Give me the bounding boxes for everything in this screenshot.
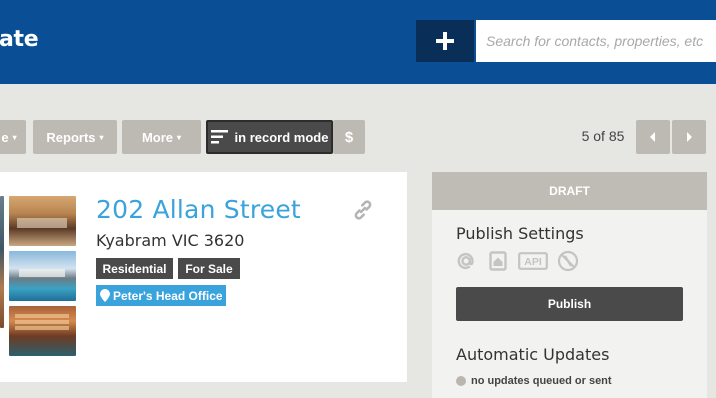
add-button[interactable] bbox=[416, 20, 474, 62]
email-icon[interactable] bbox=[456, 250, 478, 272]
property-address-title: 202 Allan Street bbox=[96, 195, 301, 224]
chevron-down-icon: ▾ bbox=[177, 132, 182, 142]
reports-button[interactable]: Reports ▾ bbox=[33, 120, 117, 154]
more-label: More bbox=[141, 129, 174, 145]
link-icon[interactable] bbox=[351, 198, 375, 222]
app-title: ate bbox=[0, 27, 39, 52]
publish-channel-icons: API bbox=[456, 250, 579, 272]
pager-count: 5 of 85 bbox=[581, 128, 625, 144]
map-pin-icon bbox=[100, 289, 110, 302]
updates-status-text: no updates queued or sent bbox=[471, 375, 612, 387]
property-type-tag: Residential bbox=[96, 258, 173, 279]
property-suburb: Kyabram VIC 3620 bbox=[96, 231, 245, 250]
record-mode-button[interactable]: in record mode bbox=[206, 120, 333, 154]
website-icon[interactable] bbox=[487, 250, 509, 272]
search-input[interactable] bbox=[476, 20, 716, 62]
publish-button[interactable]: Publish bbox=[456, 287, 683, 321]
property-photo-thumbnail[interactable] bbox=[9, 251, 76, 301]
dollar-icon: $ bbox=[344, 128, 354, 146]
plus-icon bbox=[436, 32, 454, 50]
reports-label: Reports bbox=[46, 129, 96, 145]
status-dot-icon bbox=[456, 376, 466, 386]
property-photo-thumbnail[interactable] bbox=[9, 196, 76, 246]
property-photo-thumbnail[interactable] bbox=[9, 306, 76, 356]
previous-record-button[interactable] bbox=[636, 120, 670, 154]
list-icon bbox=[210, 130, 228, 144]
property-card: 202 Allan Street Kyabram VIC 3620 Reside… bbox=[0, 172, 407, 382]
more-button[interactable]: More ▾ bbox=[122, 120, 201, 154]
chevron-down-icon: ▾ bbox=[12, 132, 17, 142]
listing-status-tag: For Sale bbox=[178, 258, 240, 279]
toolbar-button-partial-label: e bbox=[1, 129, 9, 145]
next-record-button[interactable] bbox=[672, 120, 706, 154]
toolbar-button-partial[interactable]: e ▾ bbox=[0, 120, 26, 154]
office-tag-label: Peter's Head Office bbox=[113, 288, 223, 303]
property-photo-main[interactable] bbox=[0, 196, 4, 328]
api-icon[interactable]: API bbox=[518, 250, 548, 272]
publish-settings-heading: Publish Settings bbox=[456, 224, 584, 243]
top-header: ate bbox=[0, 0, 716, 84]
chevron-down-icon: ▾ bbox=[99, 132, 104, 142]
dollar-button[interactable]: $ bbox=[333, 120, 365, 154]
publish-panel: DRAFT Publish Settings API Publish Autom… bbox=[432, 172, 707, 398]
updates-status: no updates queued or sent bbox=[456, 375, 612, 387]
automatic-updates-heading: Automatic Updates bbox=[456, 345, 610, 364]
disabled-portal-icon[interactable] bbox=[557, 250, 579, 272]
chevron-right-icon bbox=[687, 132, 692, 142]
chevron-left-icon bbox=[650, 132, 655, 142]
status-banner: DRAFT bbox=[432, 172, 707, 210]
record-mode-label: in record mode bbox=[234, 129, 329, 145]
api-icon-label: API bbox=[524, 256, 542, 268]
office-tag[interactable]: Peter's Head Office bbox=[96, 285, 226, 306]
